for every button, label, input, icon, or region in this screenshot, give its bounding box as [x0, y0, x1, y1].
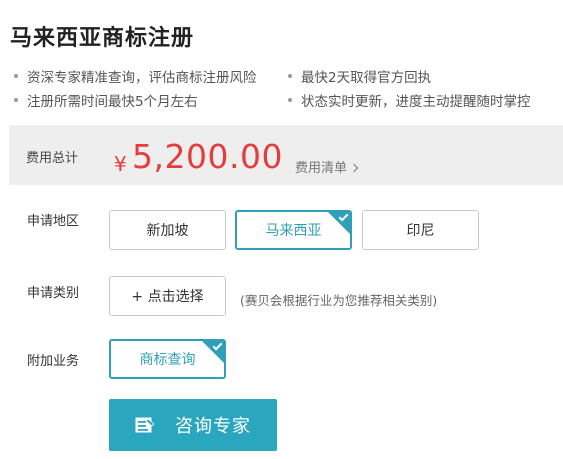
bullet-icon — [288, 74, 292, 78]
category-select-button[interactable]: + 点击选择 — [109, 276, 226, 316]
feature-text: 资深专家精准查询，评估商标注册风险 — [27, 70, 257, 86]
price-amount: 5,200.00 — [132, 137, 283, 176]
feature-item: 状态实时更新，进度主动提醒随时掌控 — [288, 90, 531, 110]
region-option-label: 印尼 — [406, 223, 435, 239]
addon-label: 附加业务 — [27, 354, 80, 369]
bullet-icon — [288, 98, 292, 102]
page-title: 马来西亚商标注册 — [10, 26, 195, 51]
feature-item: 最快2天取得官方回执 — [288, 66, 431, 86]
category-label: 申请类别 — [27, 286, 80, 301]
consult-expert-button[interactable]: 咨询专家 — [109, 399, 277, 451]
bullet-icon — [14, 74, 18, 78]
feature-text: 最快2天取得官方回执 — [301, 70, 432, 86]
category-hint: (赛贝会根据行业为您推荐相关类别) — [240, 293, 438, 308]
currency-symbol: ¥ — [114, 152, 127, 176]
feature-item: 资深专家精准查询，评估商标注册风险 — [14, 66, 257, 86]
feature-text: 状态实时更新，进度主动提醒随时掌控 — [301, 94, 531, 110]
region-option-singapore[interactable]: 新加坡 — [109, 210, 226, 250]
feature-text: 注册所需时间最快5个月左右 — [27, 94, 198, 110]
price-label: 费用总计 — [26, 151, 79, 166]
bullet-icon — [14, 98, 18, 102]
region-option-indonesia[interactable]: 印尼 — [362, 210, 479, 250]
fee-details-label: 费用清单 — [295, 161, 348, 176]
consult-expert-label: 咨询专家 — [175, 416, 251, 436]
region-option-malaysia[interactable]: 马来西亚 — [235, 210, 352, 250]
addon-option-label: 商标查询 — [139, 352, 196, 368]
chevron-right-icon — [349, 163, 359, 173]
edit-form-icon — [135, 417, 155, 433]
feature-item: 注册所需时间最快5个月左右 — [14, 90, 198, 110]
addon-option-trademark-search[interactable]: 商标查询 — [109, 339, 226, 379]
region-option-label: 新加坡 — [146, 223, 189, 239]
region-option-label: 马来西亚 — [265, 223, 322, 239]
price-summary: 费用总计 ¥ 5,200.00 费用清单 — [9, 125, 563, 185]
region-label: 申请地区 — [27, 214, 80, 229]
fee-details-link[interactable]: 费用清单 — [295, 157, 359, 176]
category-select-label: + 点击选择 — [131, 289, 204, 305]
